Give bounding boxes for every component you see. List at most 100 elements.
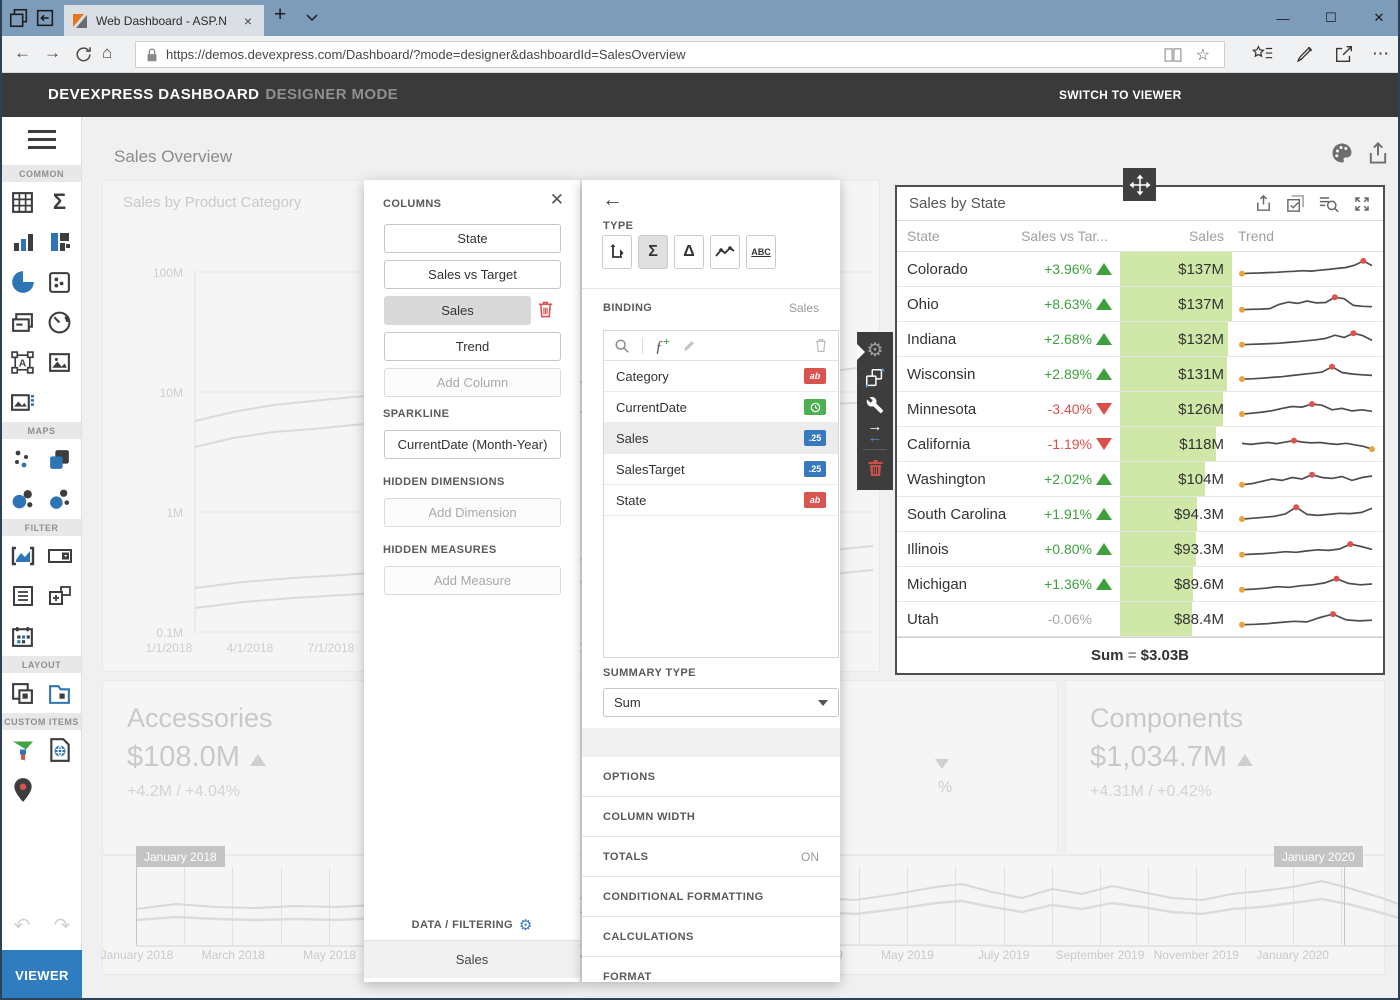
annotate-pen-icon[interactable]	[1295, 44, 1315, 64]
field-row-state[interactable]: Stateab	[604, 485, 838, 516]
field-row-currentdate[interactable]: CurrentDate	[604, 392, 838, 423]
settings-ellipsis-icon[interactable]: ⋯	[1372, 44, 1389, 64]
add-column-button[interactable]: Add Column	[384, 368, 561, 397]
add-dimension-button[interactable]: Add Dimension	[384, 498, 561, 527]
section-format[interactable]: FORMAT	[582, 957, 840, 997]
export-item-icon[interactable]	[1254, 194, 1273, 213]
tab-container-icon[interactable]	[41, 673, 78, 713]
pie-icon[interactable]	[4, 262, 41, 302]
remove-column-trash-icon[interactable]	[538, 301, 553, 323]
group-icon[interactable]	[4, 673, 41, 713]
reading-view-icon[interactable]	[1164, 48, 1182, 62]
toolbox-menu-icon[interactable]	[2, 117, 81, 165]
add-measure-button[interactable]: Add Measure	[384, 566, 561, 595]
delete-item-trash-icon[interactable]	[867, 454, 884, 481]
browser-tab[interactable]: Web Dashboard - ASP.N ×	[64, 5, 264, 36]
tab-close-icon[interactable]: ×	[240, 13, 256, 29]
item-options-gear-icon[interactable]: ⚙	[866, 337, 883, 364]
redo-icon[interactable]: ↷	[54, 913, 71, 938]
swap-arrows-icon[interactable]: →←	[868, 418, 883, 445]
textbox-icon[interactable]: A	[4, 342, 41, 382]
map-pin-icon[interactable]	[4, 770, 41, 810]
text-type-button[interactable]: ABC	[746, 235, 776, 269]
multi-select-icon[interactable]	[1286, 194, 1305, 213]
card-components[interactable]: Components $1,034.7M +4.31M / +0.42%	[1065, 680, 1385, 855]
url-text[interactable]: https://demos.devexpress.com/Dashboard/?…	[166, 47, 1164, 62]
range-end-pole[interactable]	[1344, 867, 1345, 945]
range-start-pole[interactable]	[136, 867, 137, 945]
edit-wrench-icon[interactable]	[866, 391, 884, 418]
field-row-salestarget[interactable]: SalesTarget.25	[604, 454, 838, 485]
favorites-bar-icon[interactable]	[1252, 44, 1274, 64]
sparkline-field-button[interactable]: CurrentDate (Month-Year)	[384, 430, 561, 459]
treemap-icon[interactable]	[41, 222, 78, 262]
delete-field-icon[interactable]	[814, 338, 828, 353]
gauge-icon[interactable]	[41, 302, 78, 342]
section-totals[interactable]: TOTALSON	[582, 837, 840, 877]
combobox-icon[interactable]	[41, 536, 78, 576]
tabs-aside-icon[interactable]	[34, 7, 56, 29]
column-button-sales-vs-target[interactable]: Sales vs Target	[384, 260, 561, 289]
search-icon[interactable]	[614, 338, 630, 354]
tab-list-chevron-icon[interactable]	[306, 14, 318, 22]
range-end-flag[interactable]: January 2020	[1274, 846, 1363, 867]
maximize-item-icon[interactable]	[1353, 195, 1371, 213]
forward-button[interactable]: →	[44, 43, 61, 63]
new-tab-button[interactable]: +	[274, 3, 286, 27]
grid-column-header[interactable]: State	[897, 228, 1013, 244]
range-filter-icon[interactable]	[4, 536, 41, 576]
column-button-state[interactable]: State	[384, 224, 561, 253]
bound-image-icon[interactable]	[4, 382, 41, 422]
section-conditional-formatting[interactable]: CONDITIONAL FORMATTING	[582, 877, 840, 917]
pie-map-icon[interactable]	[4, 479, 41, 519]
favorite-star-icon[interactable]: ☆	[1196, 45, 1210, 65]
switch-to-viewer-button[interactable]: SWITCH TO VIEWER	[1059, 88, 1182, 102]
dimension-type-button[interactable]	[602, 235, 632, 269]
grid-column-header[interactable]: Sales vs Tar...	[1013, 228, 1120, 244]
refresh-icon[interactable]	[74, 45, 92, 63]
section-column-width[interactable]: COLUMN WIDTH	[582, 797, 840, 837]
tab-preview-icon[interactable]	[8, 7, 30, 29]
summary-type-select[interactable]: Sum	[603, 688, 839, 717]
scatter-icon[interactable]	[41, 262, 78, 302]
column-button-trend[interactable]: Trend	[384, 332, 561, 361]
webpage-icon[interactable]	[41, 730, 78, 770]
export-dashboard-icon[interactable]	[1366, 141, 1390, 165]
back-button[interactable]: ←	[14, 43, 31, 63]
choropleth-map-icon[interactable]	[41, 439, 78, 479]
add-calculated-field-icon[interactable]: ƒ+	[655, 335, 670, 355]
move-item-handle[interactable]	[1123, 168, 1156, 201]
field-row-category[interactable]: Categoryab	[604, 361, 838, 392]
viewer-button[interactable]: VIEWER	[2, 950, 82, 1000]
delta-type-button[interactable]: Δ	[674, 235, 704, 269]
color-scheme-icon[interactable]	[1330, 141, 1354, 165]
data-source-item[interactable]: Sales	[364, 940, 580, 978]
close-panel-icon[interactable]: ✕	[550, 190, 564, 210]
grid-icon[interactable]	[4, 182, 41, 222]
bubble-map-icon[interactable]	[41, 479, 78, 519]
chart-icon[interactable]	[4, 222, 41, 262]
image-icon[interactable]	[41, 342, 78, 382]
edit-pencil-icon[interactable]	[682, 338, 697, 353]
window-minimize-button[interactable]: —	[1260, 0, 1306, 36]
listbox-icon[interactable]	[4, 576, 41, 616]
undo-icon[interactable]: ↶	[14, 913, 31, 938]
measure-sum-type-button[interactable]: Σ	[638, 235, 668, 269]
sparkline-type-button[interactable]	[710, 235, 740, 269]
card-icon[interactable]	[4, 302, 41, 342]
grid-column-header[interactable]: Sales	[1120, 228, 1232, 244]
back-arrow-icon[interactable]: ←	[602, 188, 623, 212]
section-calculations[interactable]: CALCULATIONS	[582, 917, 840, 957]
treeview-icon[interactable]	[41, 576, 78, 616]
window-maximize-button[interactable]: ☐	[1308, 0, 1354, 36]
column-button-sales[interactable]: Sales	[384, 296, 531, 325]
address-bar[interactable]: https://demos.devexpress.com/Dashboard/?…	[135, 41, 1225, 68]
geopoint-map-icon[interactable]	[4, 439, 41, 479]
pivot-icon[interactable]: Σ	[41, 182, 78, 222]
date-filter-icon[interactable]	[4, 616, 41, 656]
window-close-button[interactable]: ✕	[1356, 0, 1400, 36]
inspect-data-icon[interactable]	[1318, 194, 1340, 213]
field-row-sales[interactable]: Sales.25	[604, 423, 838, 454]
data-filtering-gear-icon[interactable]: ⚙	[519, 918, 532, 933]
grid-column-header[interactable]: Trend	[1232, 228, 1383, 244]
